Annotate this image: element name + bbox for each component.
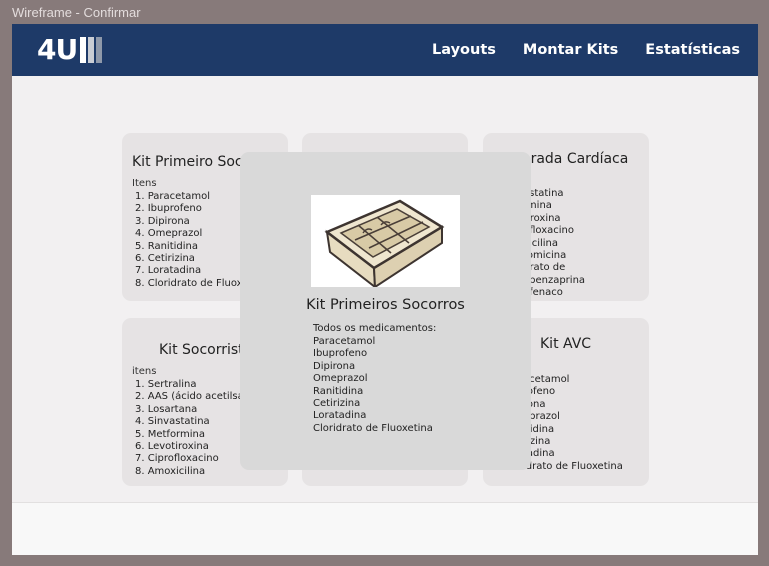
list-item: Paracetamol [313, 336, 376, 347]
list-item: romicina [523, 250, 567, 262]
list-item: Omeprazol [313, 373, 368, 385]
kit-card-items: astatina rmina tiroxina ofloxacino xicil… [523, 188, 585, 300]
list-item: 1. Sertralina [135, 379, 197, 390]
list-item: 6. Cetirizina [135, 253, 195, 265]
list-item: 5. Ranitidina [135, 240, 198, 252]
list-item: 7. Loratadina [135, 265, 202, 277]
list-item: eprazol [523, 411, 560, 423]
list-item: rofeno [523, 386, 556, 398]
list-item: acetamol [523, 374, 570, 385]
list-item: obenzaprina [523, 274, 586, 286]
kit-detail-modal[interactable]: Kit Primeiros Socorros Todos os medicame… [240, 152, 531, 470]
logo[interactable]: 4U [37, 33, 103, 66]
list-item: Ranitidina [313, 385, 364, 397]
list-item: Cetirizina [313, 398, 361, 410]
nav-links: Layouts Montar Kits Estatísticas [432, 24, 740, 76]
list-item: itidina [523, 423, 555, 435]
organizer-box-icon [324, 199, 445, 290]
navbar: 4U Layouts Montar Kits Estatísticas [12, 24, 758, 76]
list-item: Dipirona [313, 360, 356, 372]
list-item: Cloridrato de Fluoxetina [313, 422, 433, 434]
list-item: 8. Cloridrato de Fluox [135, 277, 243, 289]
list-item: astatina [523, 188, 564, 199]
list-item: 5. Metformina [135, 428, 205, 440]
list-item: 4. Omeprazol [135, 228, 203, 240]
nav-link-montar-kits[interactable]: Montar Kits [523, 42, 618, 58]
list-item: xicilina [523, 237, 558, 249]
modal-label: Todos os medicamentos: [313, 323, 437, 334]
logo-text: 4U [37, 33, 78, 66]
logo-bars-icon [80, 37, 103, 63]
list-item: rmina [523, 200, 552, 212]
list-item: Ibuprofeno [313, 348, 368, 360]
list-item: ofenaco [523, 287, 563, 299]
window-title: Wireframe - Confirmar [12, 5, 141, 20]
list-item: 3. Dipirona [135, 215, 190, 227]
nav-link-estatisticas[interactable]: Estatísticas [645, 42, 740, 58]
kit-card-title: arada Cardíaca [522, 151, 629, 167]
list-item: 8. Amoxicilina [135, 465, 206, 477]
modal-title: Kit Primeiros Socorros [306, 297, 465, 313]
kit-card-subtitle: itens [132, 366, 157, 377]
list-item: idrato de Fluoxetina [523, 460, 623, 472]
kit-card-items: 1. Paracetamol 2. Ibuprofeno 3. Dipirona… [135, 191, 243, 290]
footer [12, 502, 758, 555]
kit-card-subtitle: Itens [132, 178, 157, 189]
list-item: tiroxina [523, 212, 561, 224]
kit-card-items: acetamol rofeno rona eprazol itidina riz… [523, 374, 623, 473]
list-item: 7. Ciprofloxacino [135, 453, 219, 465]
list-item: rizina [523, 436, 551, 448]
modal-medication-list: Paracetamol Ibuprofeno Dipirona Omeprazo… [313, 336, 433, 435]
list-item: 2. AAS (ácido acetilsa [135, 391, 244, 403]
kit-card-title: Kit AVC [540, 336, 592, 352]
list-item: 6. Levotiroxina [135, 441, 209, 453]
list-item: 4. Sinvastatina [135, 416, 210, 428]
kit-card-title: Kit Socorrist [159, 342, 244, 358]
list-item: Loratadina [313, 410, 367, 422]
list-item: 2. Ibuprofeno [135, 203, 202, 215]
nav-link-layouts[interactable]: Layouts [432, 42, 496, 58]
list-item: drato de [523, 262, 566, 274]
list-item: rona [523, 398, 546, 410]
list-item: 1. Paracetamol [135, 191, 211, 202]
kit-card-title: Kit Primeiro Soc [132, 154, 243, 170]
list-item: 3. Losartana [135, 403, 198, 415]
logo-bar [88, 37, 95, 63]
organizer-box-image [311, 195, 460, 290]
list-item: tadina [523, 448, 555, 460]
logo-bar [80, 37, 87, 63]
list-item: ofloxacino [523, 225, 575, 237]
logo-bar [96, 37, 103, 63]
kit-card-items: 1. Sertralina 2. AAS (ácido acetilsa 3. … [135, 379, 244, 478]
